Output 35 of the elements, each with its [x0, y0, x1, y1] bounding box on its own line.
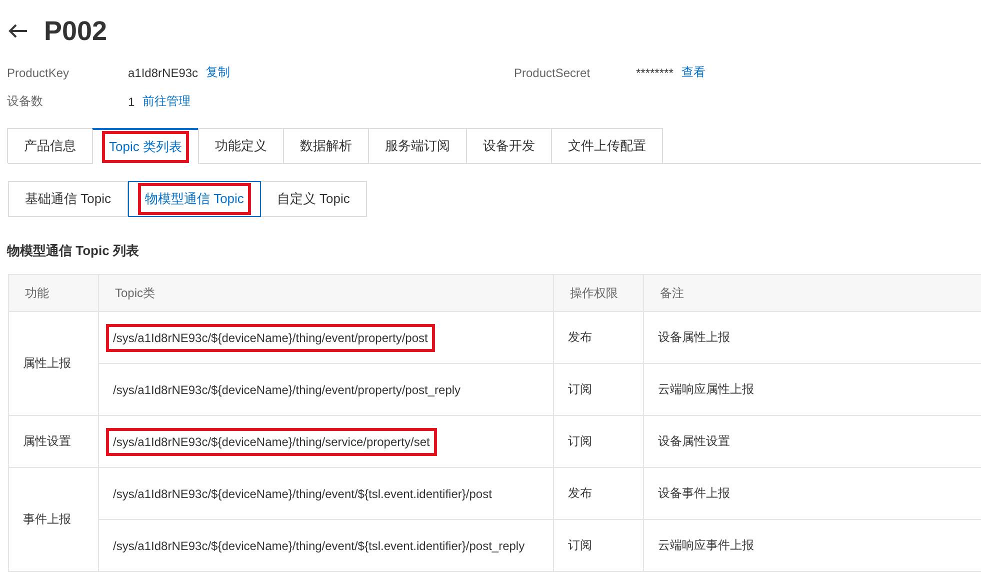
info-label: ProductKey [7, 66, 70, 80]
info-label: 设备数 [7, 93, 44, 110]
table-cell: 发布 [554, 468, 644, 520]
info-link[interactable]: 复制 [206, 64, 230, 81]
tab[interactable]: 产品信息 [7, 128, 93, 163]
table-cell: 订阅 [554, 520, 644, 572]
column-header: Topic类 [98, 274, 554, 312]
info-label: ProductSecret [514, 66, 592, 80]
info-link[interactable]: 前往管理 [142, 93, 191, 110]
info-value: ******** [636, 66, 674, 80]
column-header: 备注 [644, 274, 981, 312]
table-cell: 订阅 [554, 416, 644, 468]
table-cell: /sys/a1Id8rNE93c/${deviceName}/thing/event/${tsl.event.identifier}/post [98, 468, 554, 520]
table-cell: /sys/a1Id8rNE93c/${deviceName}/thing/event/${tsl.event.identifier}/post_reply [98, 520, 554, 572]
table-cell: /sys/a1Id8rNE93c/${deviceName}/thing/event/property/post_reply [98, 364, 554, 416]
back-arrow-icon[interactable] [8, 23, 28, 39]
subtab[interactable]: 基础通信 Topic [8, 181, 128, 217]
table-cell: 属性设置 [8, 416, 98, 468]
page-title: P002 [44, 16, 108, 46]
info-value: a1Id8rNE93c [128, 66, 198, 80]
section-title: 物模型通信 Topic 列表 [7, 242, 140, 260]
tab[interactable]: Topic 类列表 [92, 128, 199, 164]
table-cell: 属性上报 [8, 312, 98, 416]
table-cell: 发布 [554, 312, 644, 364]
column-header: 功能 [8, 274, 98, 312]
tab[interactable]: 文件上传配置 [550, 128, 663, 163]
subtab[interactable]: 自定义 Topic [260, 181, 367, 217]
table-cell: 订阅 [554, 364, 644, 416]
info-link[interactable]: 查看 [681, 64, 706, 81]
column-header: 操作权限 [554, 274, 644, 312]
table-cell: /sys/a1Id8rNE93c/${deviceName}/thing/service/property/set [98, 416, 554, 468]
table-cell: 事件上报 [8, 468, 98, 572]
subtab[interactable]: 物模型通信 Topic [128, 181, 261, 217]
info-value: 1 [128, 94, 135, 108]
table-cell: /sys/a1Id8rNE93c/${deviceName}/thing/event/property/post [98, 312, 554, 364]
